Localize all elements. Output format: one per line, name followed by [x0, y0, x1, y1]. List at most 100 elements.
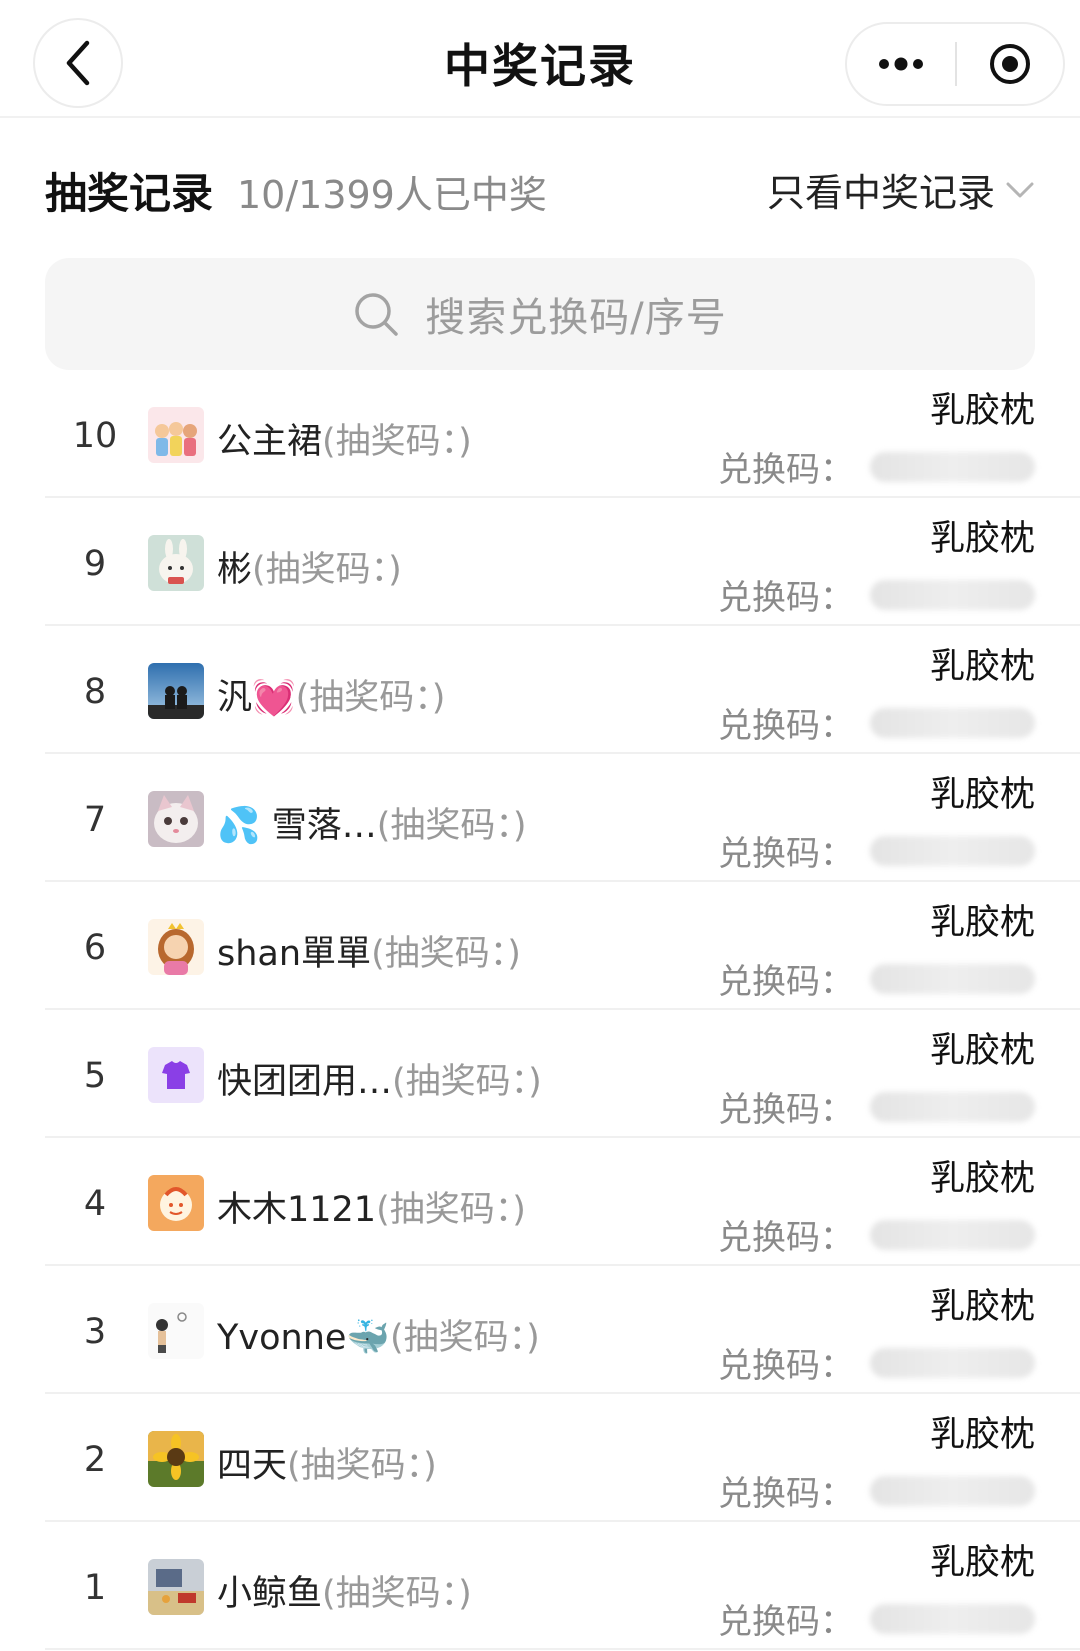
target-icon [990, 44, 1030, 84]
winner-nickname: 💦 雪落… [217, 806, 377, 846]
redeem-code: 兑换码： [718, 826, 1035, 875]
list-item[interactable]: 5 快团团用…(抽奖码：) 乳胶枕 兑换码： [45, 1010, 1080, 1138]
prize-name: 乳胶枕 [929, 391, 1035, 431]
redeem-code-label: 兑换码： [718, 450, 854, 490]
record-index: 1 [83, 1568, 107, 1608]
redeem-code-label: 兑换码： [718, 1602, 854, 1642]
filter-label: 只看中奖记录 [766, 171, 995, 215]
winner-count: 10/1399人已中奖 [237, 173, 547, 217]
record-index: 8 [83, 672, 107, 712]
winner-name: 💦 雪落…(抽奖码：) [217, 797, 527, 848]
search-input[interactable]: 搜索兑换码/序号 [45, 258, 1035, 370]
redeem-code-label: 兑换码： [718, 1090, 854, 1130]
prize-name: 乳胶枕 [929, 647, 1035, 687]
winner-name: shan單單(抽奖码：) [217, 925, 521, 976]
redeem-code: 兑换码： [718, 1210, 1035, 1259]
winner-nickname: 彬 [217, 550, 253, 590]
redeem-code: 兑换码： [718, 954, 1035, 1003]
winner-name: 四天(抽奖码：) [217, 1437, 437, 1488]
redeem-code-blurred [870, 1475, 1035, 1506]
redeem-code-blurred [870, 1347, 1035, 1378]
redeem-code: 兑换码： [718, 1594, 1035, 1643]
lottery-code-label: (抽奖码：) [252, 550, 402, 590]
avatar [148, 1175, 204, 1231]
prize-name: 乳胶枕 [929, 775, 1035, 815]
redeem-code: 兑换码： [718, 442, 1035, 491]
lottery-code-label: (抽奖码：) [376, 1190, 526, 1230]
filter-dropdown[interactable]: 只看中奖记录 [767, 162, 1035, 217]
prize-name: 乳胶枕 [929, 1287, 1035, 1327]
winner-nickname: 四天 [217, 1446, 288, 1486]
avatar [148, 663, 204, 719]
summary-bar: 抽奖记录 10/1399人已中奖 只看中奖记录 [45, 160, 1035, 218]
redeem-code-blurred [870, 579, 1035, 610]
prize-name: 乳胶枕 [929, 519, 1035, 559]
prize-name: 乳胶枕 [929, 1159, 1035, 1199]
redeem-code-blurred [870, 707, 1035, 738]
prize-name: 乳胶枕 [929, 1415, 1035, 1455]
record-index: 9 [83, 544, 107, 584]
lottery-code-label: (抽奖码：) [322, 422, 472, 462]
redeem-code-label: 兑换码： [718, 1346, 854, 1386]
list-item[interactable]: 3 Yvonne🐳(抽奖码：) 乳胶枕 兑换码： [45, 1266, 1080, 1394]
list-item[interactable]: 6 shan單單(抽奖码：) 乳胶枕 兑换码： [45, 882, 1080, 1010]
list-item[interactable]: 1 小鲸鱼(抽奖码：) 乳胶枕 兑换码： [45, 1522, 1080, 1650]
winner-name: 公主裙(抽奖码：) [217, 413, 472, 464]
winner-name: 木木1121(抽奖码：) [217, 1181, 526, 1232]
avatar [148, 1559, 204, 1615]
winner-name: 快团团用…(抽奖码：) [217, 1053, 542, 1104]
lottery-code-label: (抽奖码：) [371, 934, 521, 974]
list-item[interactable]: 9 彬(抽奖码：) 乳胶枕 兑换码： [45, 498, 1080, 626]
redeem-code-label: 兑换码： [718, 578, 854, 618]
record-index: 10 [72, 416, 118, 456]
record-index: 5 [83, 1056, 107, 1096]
lottery-code-label: (抽奖码：) [295, 678, 446, 718]
more-button[interactable] [847, 24, 955, 104]
list-item[interactable]: 10 公主裙(抽奖码：) 乳胶枕 兑换码： [45, 370, 1080, 498]
prize-name: 乳胶枕 [929, 1031, 1035, 1071]
winner-nickname: 小鲸鱼 [217, 1574, 323, 1614]
chevron-down-icon [1006, 182, 1034, 197]
prize-name: 乳胶枕 [929, 1543, 1035, 1583]
winner-name: 汎💓(抽奖码：) [217, 669, 445, 720]
winner-name: Yvonne🐳(抽奖码：) [217, 1309, 540, 1360]
record-list: 10 公主裙(抽奖码：) 乳胶枕 兑换码： 9 彬(抽奖码：) 乳胶枕 兑换码：… [45, 370, 1080, 1650]
winner-nickname: 快团团用… [217, 1062, 393, 1102]
nav-bar: 中奖记录 [0, 0, 1080, 118]
prize-name: 乳胶枕 [929, 903, 1035, 943]
redeem-code-blurred [870, 1603, 1035, 1634]
section-title: 抽奖记录 [45, 169, 214, 218]
avatar [148, 919, 204, 975]
lottery-code-label: (抽奖码：) [322, 1574, 472, 1614]
redeem-code-blurred [870, 1091, 1035, 1122]
redeem-code: 兑换码： [718, 1338, 1035, 1387]
list-item[interactable]: 8 汎💓(抽奖码：) 乳胶枕 兑换码： [45, 626, 1080, 754]
redeem-code-label: 兑换码： [718, 706, 854, 746]
avatar [148, 1047, 204, 1103]
redeem-code-blurred [870, 835, 1035, 866]
list-item[interactable]: 7 💦 雪落…(抽奖码：) 乳胶枕 兑换码： [45, 754, 1080, 882]
lottery-code-label: (抽奖码：) [389, 1318, 540, 1358]
avatar [148, 407, 204, 463]
record-index: 4 [83, 1184, 107, 1224]
avatar [148, 1431, 204, 1487]
record-index: 2 [83, 1440, 107, 1480]
redeem-code-label: 兑换码： [718, 1218, 854, 1258]
record-index: 6 [83, 928, 107, 968]
list-item[interactable]: 2 四天(抽奖码：) 乳胶枕 兑换码： [45, 1394, 1080, 1522]
redeem-code-label: 兑换码： [718, 1474, 854, 1514]
redeem-code: 兑换码： [718, 1082, 1035, 1131]
redeem-code-blurred [870, 1219, 1035, 1250]
more-dots-icon [879, 57, 923, 71]
search-placeholder: 搜索兑换码/序号 [425, 295, 727, 341]
winner-nickname: 公主裙 [217, 422, 323, 462]
lottery-code-label: (抽奖码：) [287, 1446, 437, 1486]
close-miniprogram-button[interactable] [957, 24, 1063, 104]
record-index: 3 [83, 1312, 107, 1352]
lottery-code-label: (抽奖码：) [376, 806, 527, 846]
mini-program-capsule [845, 22, 1065, 106]
winner-nickname: Yvonne🐳 [217, 1318, 390, 1358]
list-item[interactable]: 4 木木1121(抽奖码：) 乳胶枕 兑换码： [45, 1138, 1080, 1266]
redeem-code-label: 兑换码： [718, 962, 854, 1002]
record-index: 7 [83, 800, 107, 840]
